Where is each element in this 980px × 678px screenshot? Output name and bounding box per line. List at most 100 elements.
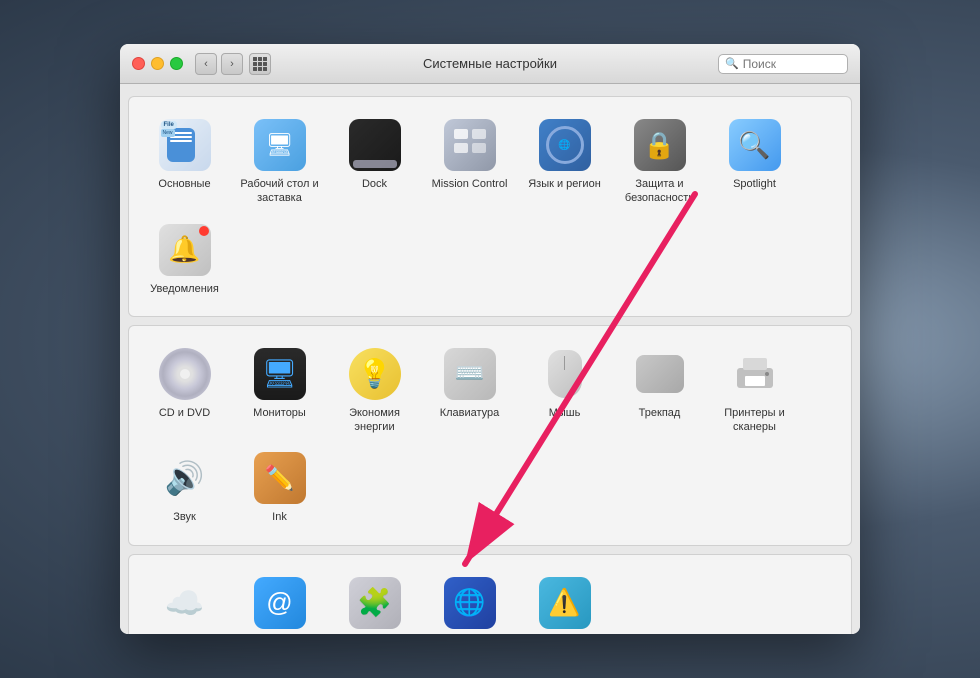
- section-personal-grid: File New Основные 🖥 Рабочий стол и заста…: [137, 109, 843, 304]
- pref-general[interactable]: File New Основные: [137, 109, 232, 214]
- nav-buttons: ‹ ›: [195, 53, 243, 75]
- ink-icon-wrapper: ✏️: [252, 450, 308, 506]
- pref-accounts[interactable]: @ Учетные записи Интернета: [232, 567, 327, 634]
- section-hardware-grid: CD и DVD 🖥 Мониторы 💡 Экономия энергии: [137, 338, 843, 533]
- pref-ink[interactable]: ✏️ Ink: [232, 442, 327, 532]
- extensions-icon-wrapper: 🧩: [347, 575, 403, 631]
- cddvd-label: CD и DVD: [159, 406, 210, 420]
- mission-icon-wrapper: [442, 117, 498, 173]
- section-personal: File New Основные 🖥 Рабочий стол и заста…: [128, 96, 852, 317]
- mouse-icon-wrapper: [537, 346, 593, 402]
- window-title: Системные настройки: [423, 56, 557, 71]
- notifications-icon: 🔔: [159, 224, 211, 276]
- preferences-content: File New Основные 🖥 Рабочий стол и заста…: [120, 84, 860, 634]
- mouse-label: Мышь: [549, 406, 581, 420]
- printers-label: Принтеры и сканеры: [711, 406, 798, 435]
- pref-sound[interactable]: 🔊 Звук: [137, 442, 232, 532]
- sound-icon-wrapper: 🔊: [157, 450, 213, 506]
- desktop-icon-wrapper: 🖥: [252, 117, 308, 173]
- pref-cddvd[interactable]: CD и DVD: [137, 338, 232, 443]
- mouse-icon: [539, 348, 591, 400]
- monitors-icon: 🖥: [254, 348, 306, 400]
- trackpad-label: Трекпад: [639, 406, 681, 420]
- monitors-icon-wrapper: 🖥: [252, 346, 308, 402]
- general-icon: File New: [159, 119, 211, 171]
- keyboard-label: Клавиатура: [440, 406, 500, 420]
- pref-desktop[interactable]: 🖥 Рабочий стол и заставка: [232, 109, 327, 214]
- sharing-icon-wrapper: ⚠️: [537, 575, 593, 631]
- lang-label: Язык и регион: [528, 177, 601, 191]
- pref-energy[interactable]: 💡 Экономия энергии: [327, 338, 422, 443]
- all-prefs-button[interactable]: [249, 53, 271, 75]
- mission-label: Mission Control: [432, 177, 508, 191]
- lang-icon: 🌐: [539, 119, 591, 171]
- ink-icon: ✏️: [254, 452, 306, 504]
- trackpad-shape: [636, 355, 684, 393]
- close-button[interactable]: [132, 57, 145, 70]
- sound-icon: 🔊: [165, 459, 205, 497]
- general-icon-wrapper: File New: [157, 117, 213, 173]
- pref-mouse[interactable]: Мышь: [517, 338, 612, 443]
- pref-monitors[interactable]: 🖥 Мониторы: [232, 338, 327, 443]
- search-box[interactable]: 🔍: [718, 54, 848, 74]
- desktop-icon: 🖥: [254, 119, 306, 171]
- pref-mission[interactable]: Mission Control: [422, 109, 517, 214]
- dock-icon-wrapper: [347, 117, 403, 173]
- pref-trackpad[interactable]: Трекпад: [612, 338, 707, 443]
- section-internet: ☁️ iCloud @ Учетные записи Интернета 🧩: [128, 554, 852, 634]
- monitors-label: Мониторы: [253, 406, 306, 420]
- pref-notifications[interactable]: 🔔 Уведомления: [137, 214, 232, 304]
- mission-icon: [444, 119, 496, 171]
- sharing-icon: ⚠️: [539, 577, 591, 629]
- search-input[interactable]: [743, 57, 841, 71]
- back-button[interactable]: ‹: [195, 53, 217, 75]
- section-internet-grid: ☁️ iCloud @ Учетные записи Интернета 🧩: [137, 567, 843, 634]
- network-icon: 🌐: [444, 577, 496, 629]
- lang-icon-wrapper: 🌐: [537, 117, 593, 173]
- search-icon: 🔍: [725, 57, 739, 70]
- notif-badge: [199, 226, 209, 236]
- energy-icon-wrapper: 💡: [347, 346, 403, 402]
- minimize-button[interactable]: [151, 57, 164, 70]
- notifications-icon-wrapper: 🔔: [157, 222, 213, 278]
- sound-label: Звук: [173, 510, 196, 524]
- cddvd-icon: [159, 348, 211, 400]
- security-icon-wrapper: 🔒: [632, 117, 688, 173]
- icloud-icon-wrapper: ☁️: [157, 575, 213, 631]
- printers-icon-wrapper: [727, 346, 783, 402]
- network-icon-wrapper: 🌐: [442, 575, 498, 631]
- grid-icon: [253, 57, 267, 71]
- pref-printers[interactable]: Принтеры и сканеры: [707, 338, 802, 443]
- pref-keyboard[interactable]: ⌨️ Клавиатура: [422, 338, 517, 443]
- maximize-button[interactable]: [170, 57, 183, 70]
- pref-security[interactable]: 🔒 Защита и безопасность: [612, 109, 707, 214]
- printers-icon: [729, 348, 781, 400]
- traffic-lights: [132, 57, 183, 70]
- cddvd-icon-wrapper: [157, 346, 213, 402]
- pref-dock[interactable]: Dock: [327, 109, 422, 214]
- spotlight-icon-wrapper: 🔍: [727, 117, 783, 173]
- pref-network[interactable]: 🌐 Сеть: [422, 567, 517, 634]
- keyboard-icon: ⌨️: [444, 348, 496, 400]
- dock-icon: [349, 119, 401, 171]
- titlebar: ‹ › Системные настройки 🔍: [120, 44, 860, 84]
- spotlight-icon: 🔍: [729, 119, 781, 171]
- pref-lang[interactable]: 🌐 Язык и регион: [517, 109, 612, 214]
- pref-sharing[interactable]: ⚠️ Общий доступ: [517, 567, 612, 634]
- forward-button[interactable]: ›: [221, 53, 243, 75]
- dock-label: Dock: [362, 177, 387, 191]
- pref-extensions[interactable]: 🧩 Расширения: [327, 567, 422, 634]
- pref-spotlight[interactable]: 🔍 Spotlight: [707, 109, 802, 214]
- icloud-icon: ☁️: [165, 584, 205, 622]
- pref-icloud[interactable]: ☁️ iCloud: [137, 567, 232, 634]
- mouse-shape: [548, 350, 582, 398]
- security-icon: 🔒: [634, 119, 686, 171]
- notifications-label: Уведомления: [150, 282, 219, 296]
- section-hardware: CD и DVD 🖥 Мониторы 💡 Экономия энергии: [128, 325, 852, 546]
- spotlight-label: Spotlight: [733, 177, 776, 191]
- ink-label: Ink: [272, 510, 287, 524]
- energy-label: Экономия энергии: [331, 406, 418, 435]
- trackpad-icon-wrapper: [632, 346, 688, 402]
- accounts-icon: @: [254, 577, 306, 629]
- trackpad-icon: [634, 348, 686, 400]
